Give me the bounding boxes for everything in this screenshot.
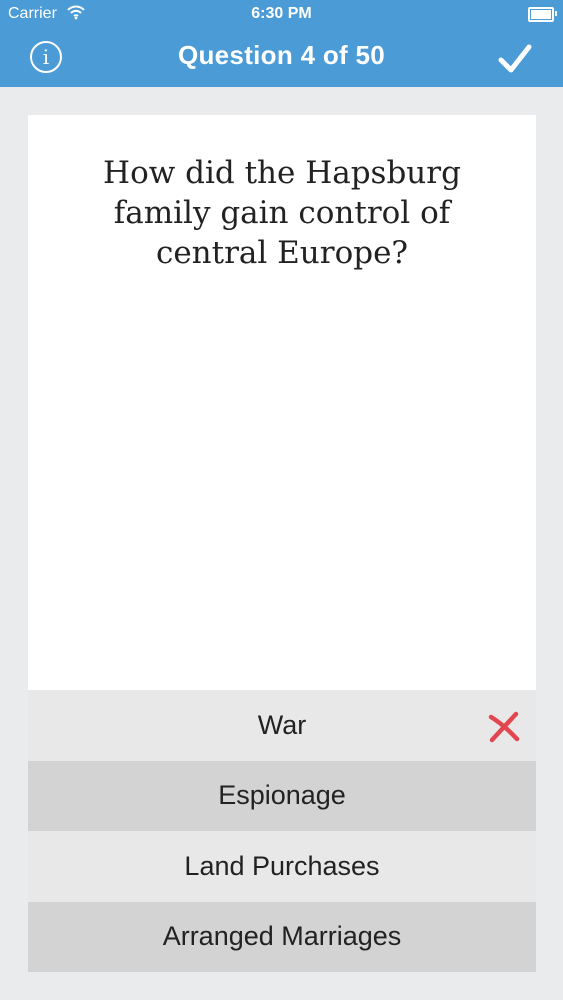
answer-list: War Espionage Land Purchases Arranged Ma… [28, 690, 536, 972]
status-bar: Carrier 6:30 PM [0, 0, 563, 30]
answer-label: Land Purchases [184, 850, 380, 881]
question-card: How did the Hapsburg family gain control… [28, 115, 536, 690]
x-mark-icon [488, 711, 520, 743]
page-title: Question 4 of 50 [177, 40, 386, 70]
answer-option-land-purchases[interactable]: Land Purchases [28, 831, 536, 902]
answer-label: Arranged Marriages [162, 921, 402, 952]
answer-option-espionage[interactable]: Espionage [28, 760, 536, 831]
answer-option-war[interactable]: War [28, 690, 536, 761]
confirm-button[interactable] [497, 41, 533, 77]
status-time: 6:30 PM [251, 5, 312, 22]
question-text: How did the Hapsburg family gain control… [103, 155, 461, 271]
checkmark-icon [498, 44, 532, 73]
battery-icon [528, 7, 557, 22]
answer-option-arranged-marriages[interactable]: Arranged Marriages [28, 901, 536, 972]
answer-label: War [257, 709, 307, 740]
nav-bar: i Question 4 of 50 [0, 30, 563, 87]
header: Carrier 6:30 PM i Question 4 of 50 [0, 0, 563, 87]
answer-label: Espionage [218, 780, 346, 811]
